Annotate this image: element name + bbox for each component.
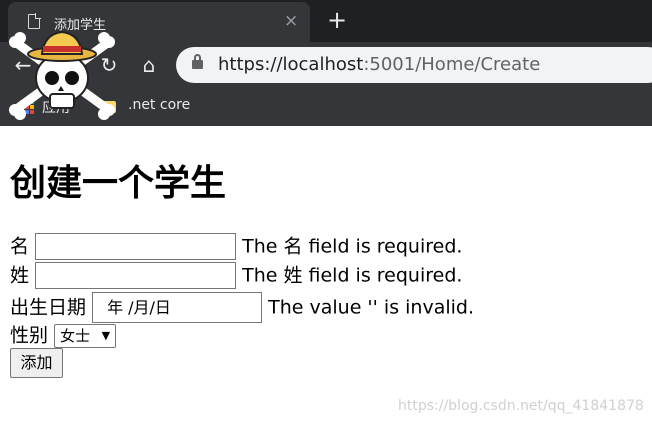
watermark: https://blog.csdn.net/qq_41841878	[398, 398, 644, 414]
page-title: 创建一个学生	[10, 163, 227, 204]
first-name-input[interactable]	[35, 233, 237, 260]
straw-hat-skull-logo	[9, 30, 115, 120]
birth-date-error: The value '' is invalid.	[268, 296, 474, 319]
gender-selected-value: 女士	[60, 326, 91, 345]
birth-date-row: 出生日期 年 /月/日 The value '' is invalid.	[10, 292, 474, 323]
address-bar[interactable]: https://localhost:5001/Home/Create	[176, 47, 652, 83]
first-name-row: 名 The 名 field is required.	[10, 232, 462, 260]
birth-date-label: 出生日期	[10, 296, 87, 319]
new-tab-icon[interactable]: +	[322, 6, 352, 36]
lock-icon	[192, 54, 203, 69]
last-name-row: 姓 The 姓 field is required.	[10, 261, 462, 289]
gender-row: 性别 女士 ▼	[10, 321, 117, 349]
gender-label: 性别	[10, 324, 49, 347]
birth-date-input[interactable]: 年 /月/日	[92, 292, 263, 323]
last-name-label: 姓	[10, 264, 30, 287]
first-name-error: The 名 field is required.	[242, 235, 463, 258]
first-name-label: 名	[10, 235, 30, 258]
home-icon[interactable]: ⌂	[136, 52, 162, 78]
url-host: https://localhost	[218, 54, 364, 75]
last-name-error: The 姓 field is required.	[242, 264, 463, 287]
gender-select[interactable]: 女士 ▼	[54, 323, 117, 348]
url-path: :5001/Home/Create	[363, 54, 541, 75]
close-tab-icon[interactable]: ×	[284, 11, 298, 31]
add-button[interactable]: 添加	[10, 348, 63, 378]
url-text: https://localhost:5001/Home/Create	[218, 54, 540, 76]
last-name-input[interactable]	[35, 262, 237, 289]
bookmark-net-core[interactable]: .net core	[128, 97, 190, 113]
dropdown-arrow-icon: ▼	[101, 328, 111, 342]
